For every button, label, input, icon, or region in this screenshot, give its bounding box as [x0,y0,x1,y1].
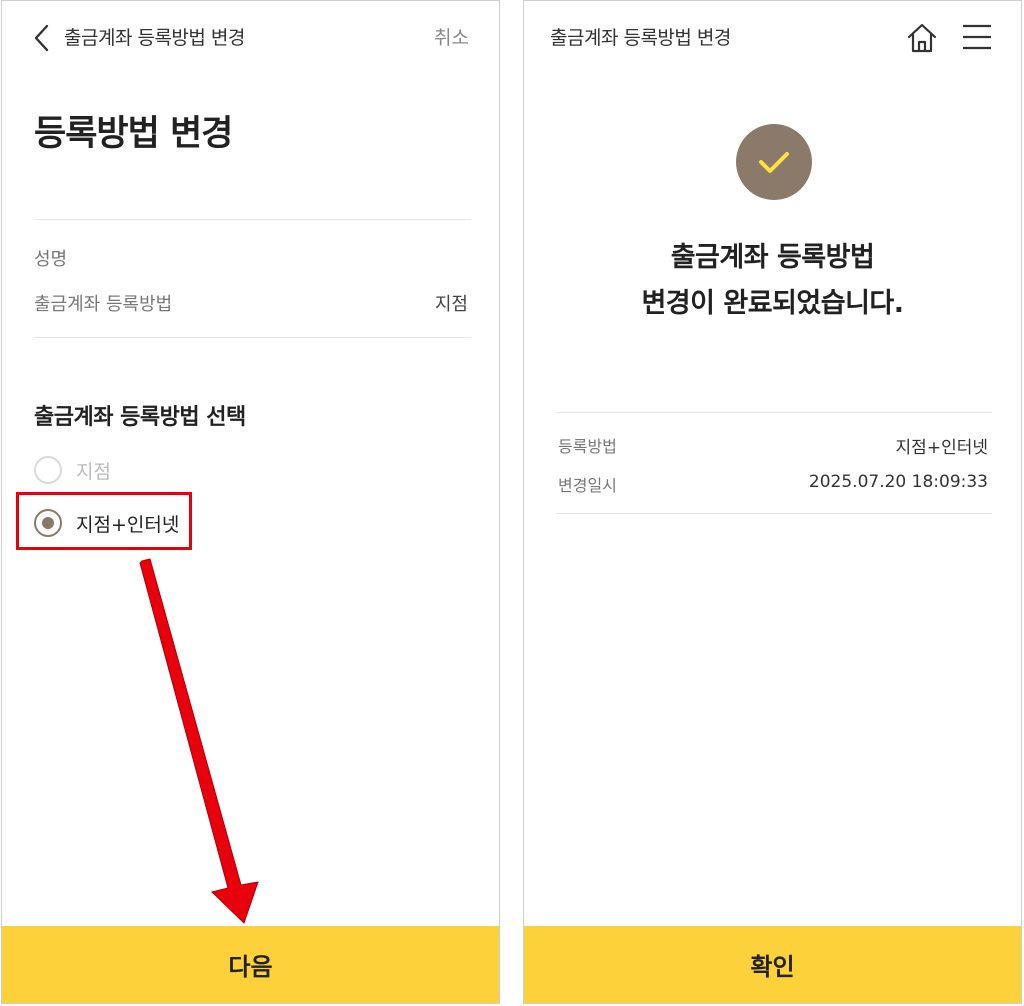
divider [556,412,992,413]
radio-button-unselected[interactable] [34,456,62,484]
method-label: 출금계좌 등록방법 [34,294,173,315]
screen-change-complete: 출금계좌 등록방법 변경 출금계좌 등록방법 변경이 완료되었습니다. 등록방법… [523,0,1022,1004]
home-button[interactable] [905,21,939,55]
detail-value-method: 지점+인터넷 [895,438,988,458]
radio-label: 지점+인터넷 [76,513,180,536]
page-title: 등록방법 변경 [34,114,233,154]
screen-change-method: 출금계좌 등록방법 변경 취소 등록방법 변경 성명 출금계좌 등록방법 지점 … [1,0,500,1004]
method-value: 지점 [434,294,468,315]
radio-button-selected[interactable] [34,509,62,537]
cancel-button[interactable]: 취소 [434,23,469,50]
back-button[interactable] [30,23,54,53]
divider [34,337,471,338]
radio-option-branch[interactable]: 지점 [34,454,111,486]
success-check-badge [736,124,812,200]
completion-message-line1: 출금계좌 등록방법 [670,242,875,273]
header-title: 출금계좌 등록방법 변경 [550,27,731,49]
back-chevron-icon [34,24,49,52]
menu-button[interactable] [962,23,992,51]
detail-label-datetime: 변경일시 [558,476,617,495]
divider [556,513,992,514]
detail-label-method: 등록방법 [558,437,617,456]
radio-label: 지점 [76,460,111,483]
name-label: 성명 [34,249,68,270]
hamburger-menu-icon [963,24,991,50]
completion-message-line2: 변경이 완료되었습니다. [641,288,904,319]
home-icon [907,23,937,53]
check-icon [759,152,789,173]
section-title: 출금계좌 등록방법 선택 [34,405,246,430]
next-button[interactable]: 다음 [2,926,499,1003]
header-title: 출금계좌 등록방법 변경 [64,27,245,49]
divider [34,219,471,220]
radio-option-branch-internet[interactable]: 지점+인터넷 [34,507,179,539]
confirm-button[interactable]: 확인 [524,926,1021,1003]
detail-value-datetime: 2025.07.20 18:09:33 [808,472,988,492]
